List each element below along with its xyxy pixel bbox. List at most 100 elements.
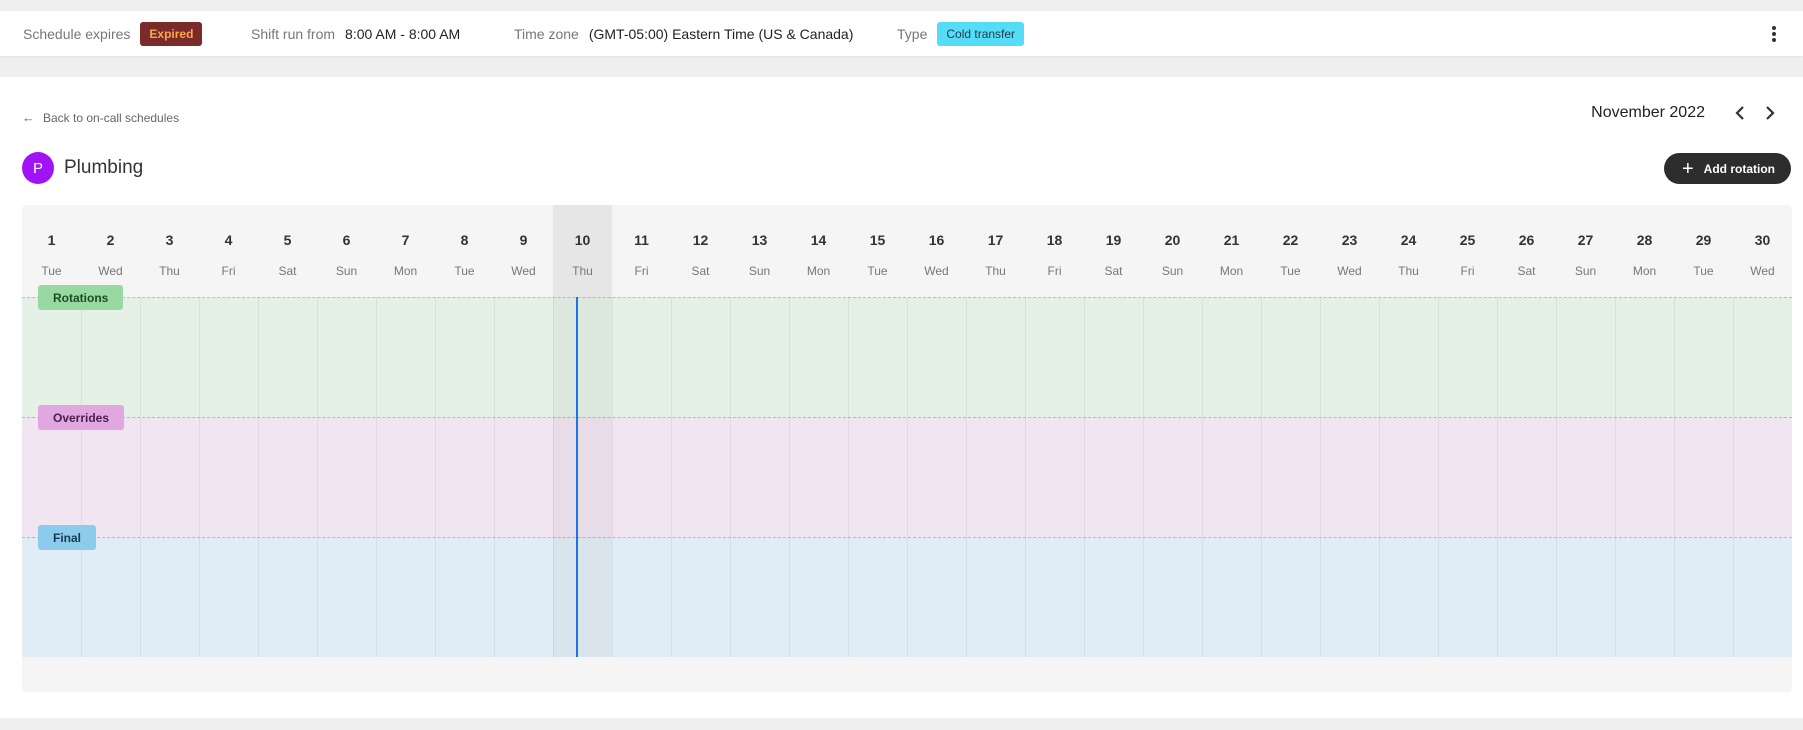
day-divider	[1379, 297, 1380, 657]
day-divider	[848, 297, 849, 657]
expired-badge: Expired	[140, 21, 203, 46]
day-divider	[1320, 297, 1321, 657]
day-column-header: 17 Thu	[966, 205, 1025, 297]
day-number: 8	[460, 232, 469, 248]
day-column-header: 19 Sat	[1084, 205, 1143, 297]
add-rotation-label: Add rotation	[1703, 161, 1775, 176]
schedule-header: P Plumbing	[22, 152, 143, 184]
schedule-type: Type Cold transfer	[897, 11, 1025, 56]
day-divider	[1733, 297, 1734, 657]
day-name: Wed	[1337, 264, 1362, 278]
time-zone-label: Time zone	[514, 25, 579, 42]
time-zone: Time zone (GMT-05:00) Eastern Time (US &…	[514, 11, 853, 56]
day-divider	[612, 297, 613, 657]
day-number: 7	[401, 232, 410, 248]
day-divider	[1084, 297, 1085, 657]
chevron-right-icon[interactable]	[1759, 102, 1781, 124]
day-number: 5	[283, 232, 292, 248]
more-options-icon[interactable]	[1767, 23, 1781, 45]
month-navigation: November 2022	[1591, 102, 1781, 124]
day-column-header: 22 Tue	[1261, 205, 1320, 297]
day-column-header: 26 Sat	[1497, 205, 1556, 297]
schedule-panel: ← Back to on-call schedules November 202…	[0, 77, 1803, 718]
day-name: Fri	[221, 264, 236, 278]
day-name: Tue	[1693, 264, 1714, 278]
day-divider	[730, 297, 731, 657]
day-column-header: 3 Thu	[140, 205, 199, 297]
day-number: 16	[928, 232, 945, 248]
day-column-header: 10 Thu	[553, 205, 612, 297]
calendar-grid: 1 Tue 2 Wed 3 Thu 4 Fri 5 Sat 6 Sun 7 Mon 8 Tue 9 Wed 10 Th…	[22, 205, 1792, 692]
day-column-header: 14 Mon	[789, 205, 848, 297]
day-name: Thu	[985, 264, 1006, 278]
avatar: P	[22, 152, 54, 184]
arrow-left-icon: ←	[22, 110, 35, 125]
day-number: 27	[1577, 232, 1594, 248]
day-divider	[140, 297, 141, 657]
day-divider	[376, 297, 377, 657]
shift-run-label: Shift run from	[251, 25, 336, 42]
day-number: 21	[1223, 232, 1240, 248]
day-column-header: 4 Fri	[199, 205, 258, 297]
day-number: 26	[1518, 232, 1535, 248]
day-name: Mon	[1219, 264, 1244, 278]
day-column-header: 15 Tue	[848, 205, 907, 297]
day-number: 13	[751, 232, 768, 248]
day-column-header: 11 Fri	[612, 205, 671, 297]
day-name: Mon	[393, 264, 418, 278]
day-divider	[671, 297, 672, 657]
day-name: Tue	[41, 264, 62, 278]
day-divider	[1556, 297, 1557, 657]
day-divider	[1202, 297, 1203, 657]
schedule-expires-label: Schedule expires	[23, 25, 131, 42]
day-divider	[317, 297, 318, 657]
day-number: 15	[869, 232, 886, 248]
day-number: 20	[1164, 232, 1181, 248]
kebab-dot	[1772, 26, 1776, 30]
day-divider	[258, 297, 259, 657]
day-number: 18	[1046, 232, 1063, 248]
kebab-dot	[1772, 32, 1776, 36]
plus-icon: +	[1681, 157, 1694, 180]
day-name: Mon	[1632, 264, 1657, 278]
day-number: 25	[1459, 232, 1476, 248]
day-divider	[1025, 297, 1026, 657]
day-name: Thu	[572, 264, 593, 278]
add-rotation-button[interactable]: + Add rotation	[1663, 153, 1791, 184]
day-number: 29	[1695, 232, 1712, 248]
back-link-label: Back to on-call schedules	[43, 110, 180, 125]
day-divider	[1674, 297, 1675, 657]
day-divider	[966, 297, 967, 657]
chevron-left-icon[interactable]	[1729, 102, 1751, 124]
day-divider	[494, 297, 495, 657]
day-number: 11	[634, 232, 649, 248]
day-name: Fri	[634, 264, 649, 278]
final-tag: Final	[38, 525, 97, 550]
day-name: Sun	[748, 264, 771, 278]
day-column-header: 7 Mon	[376, 205, 435, 297]
day-divider	[907, 297, 908, 657]
day-name: Fri	[1460, 264, 1475, 278]
shift-run-value: 8:00 AM - 8:00 AM	[345, 25, 461, 42]
day-name: Thu	[159, 264, 180, 278]
day-column-header: 21 Mon	[1202, 205, 1261, 297]
day-column-header: 23 Wed	[1320, 205, 1379, 297]
day-number: 22	[1282, 232, 1299, 248]
day-divider	[1438, 297, 1439, 657]
back-link[interactable]: ← Back to on-call schedules	[22, 110, 179, 125]
time-zone-value: (GMT-05:00) Eastern Time (US & Canada)	[588, 25, 854, 42]
day-number: 23	[1341, 232, 1358, 248]
day-column-header: 8 Tue	[435, 205, 494, 297]
rotations-tag: Rotations	[38, 285, 124, 310]
day-name: Wed	[1750, 264, 1775, 278]
day-name: Sun	[335, 264, 358, 278]
day-number: 17	[987, 232, 1004, 248]
day-number: 2	[106, 232, 115, 248]
day-divider	[435, 297, 436, 657]
schedule-summary-bar: Schedule expires Expired Shift run from …	[0, 11, 1803, 56]
day-divider	[789, 297, 790, 657]
type-badge: Cold transfer	[937, 21, 1025, 46]
day-divider	[1261, 297, 1262, 657]
day-name: Mon	[806, 264, 831, 278]
schedule-type-label: Type	[897, 25, 928, 42]
